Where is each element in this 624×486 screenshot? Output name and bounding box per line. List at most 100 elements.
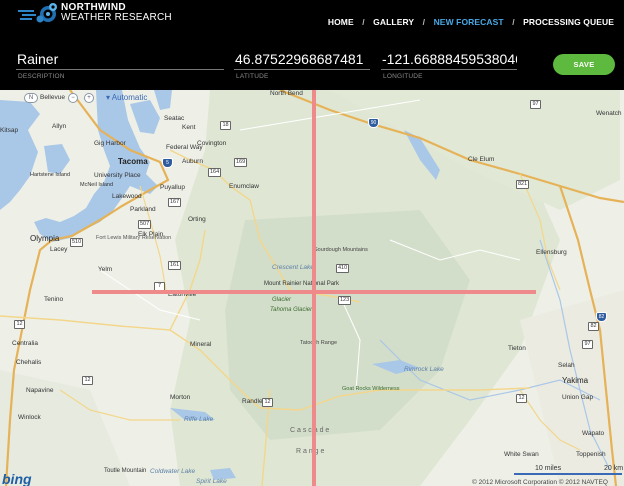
place-label: Selah — [558, 362, 575, 369]
northwind-logo-icon[interactable] — [18, 2, 60, 24]
app-header: NORTHWIND WEATHER RESEARCH HOME / GALLER… — [0, 0, 624, 44]
place-label: Kitsap — [0, 127, 19, 134]
place-label: Parkland — [130, 206, 156, 213]
place-label: Yakima — [562, 376, 589, 385]
place-label: Centralia — [12, 340, 39, 347]
place-label: C a s c a d e — [290, 427, 330, 434]
place-label: Elk Plain — [138, 231, 164, 238]
nav-home-link[interactable]: HOME — [328, 17, 354, 27]
place-label: Enumclaw — [229, 183, 259, 190]
scale-miles: 10 miles — [535, 465, 562, 472]
latitude-field-group: LATITUDE — [234, 48, 370, 80]
place-label: Wapato — [582, 430, 605, 437]
highway-shield: 97 — [530, 100, 541, 109]
place-label: Spirit Lake — [196, 478, 227, 485]
description-field-group: DESCRIPTION — [16, 48, 224, 80]
nav-new-forecast-link[interactable]: NEW FORECAST — [434, 17, 504, 27]
highway-shield: 410 — [336, 264, 350, 273]
highway-shield: 12 — [516, 394, 527, 403]
compass-north-button[interactable]: N — [24, 93, 38, 103]
crosshair-horizontal — [92, 290, 536, 294]
map-view[interactable]: N − + ▾ Automatic Bellevue Allyn Kitsap … — [0, 90, 624, 486]
save-button[interactable]: SAVE — [553, 54, 615, 75]
place-label: Glacier — [272, 297, 292, 303]
highway-shield: 161 — [168, 261, 182, 270]
highway-shield: 123 — [338, 296, 352, 305]
highway-shield: 821 — [516, 180, 530, 189]
place-label: University Place — [94, 172, 141, 179]
interstate-shield: 90 — [368, 118, 379, 128]
latitude-label: LATITUDE — [236, 73, 269, 80]
interstate-shield: 82 — [596, 312, 607, 322]
description-label: DESCRIPTION — [18, 73, 65, 80]
map-mode-dropdown[interactable]: ▾ Automatic — [106, 93, 147, 102]
place-label: Seatac — [164, 115, 185, 122]
place-label: Yelm — [98, 266, 113, 273]
longitude-input[interactable] — [381, 48, 517, 70]
nav-processing-queue-link[interactable]: PROCESSING QUEUE — [523, 17, 614, 27]
map-copyright: © 2012 Microsoft Corporation © 2012 NAVT… — [472, 479, 608, 486]
place-label: Allyn — [52, 123, 67, 130]
place-label: Fort Lewis Military Reservation — [96, 235, 172, 241]
place-label: Mineral — [190, 341, 212, 348]
place-label: Napavine — [26, 387, 54, 394]
place-label: Tahoma Glacier — [270, 307, 313, 313]
highway-shield: 12 — [14, 320, 25, 329]
place-label: Tacoma — [118, 157, 148, 166]
zoom-out-button[interactable]: − — [68, 93, 78, 103]
highway-shield: 12 — [82, 376, 93, 385]
place-label: Sourdough Mountains — [314, 247, 368, 253]
place-label: Toutle Mountain — [104, 468, 147, 474]
place-label: Coldwater Lake — [150, 468, 196, 475]
place-label: Winlock — [18, 414, 41, 421]
forecast-form: DESCRIPTION LATITUDE LONGITUDE SAVE — [0, 44, 624, 90]
place-label: Puyallup — [160, 184, 185, 191]
highway-shield: 167 — [168, 198, 182, 207]
interstate-shield: 5 — [162, 158, 173, 168]
nav-separator: / — [422, 17, 426, 27]
place-label: Cle Elum — [468, 156, 495, 163]
zoom-in-button[interactable]: + — [84, 93, 94, 103]
place-label: Toppenish — [576, 451, 606, 458]
place-label: Tenino — [44, 296, 64, 303]
place-label: R a n g e — [296, 448, 325, 455]
top-nav: HOME / GALLERY / NEW FORECAST / PROCESSI… — [328, 17, 614, 27]
place-label: North Bend — [270, 90, 303, 97]
highway-shield: 164 — [208, 168, 222, 177]
place-label: McNeil Island — [80, 182, 114, 188]
place-label: Ellensburg — [536, 249, 567, 256]
place-label: Olympia — [30, 234, 60, 243]
place-label: Orting — [188, 216, 206, 223]
place-label: Riffe Lake — [184, 416, 214, 423]
nav-separator: / — [362, 17, 365, 27]
place-label: Crescent Lake — [272, 264, 314, 271]
place-label: White Swan — [504, 451, 539, 458]
highway-shield: 82 — [588, 322, 599, 331]
nav-gallery-link[interactable]: GALLERY — [373, 17, 414, 27]
place-label: Lacey — [50, 246, 68, 253]
description-input[interactable] — [16, 48, 224, 70]
brand-name[interactable]: NORTHWIND WEATHER RESEARCH — [61, 3, 172, 23]
bing-logo[interactable]: bing — [2, 471, 32, 486]
highway-shield: 97 — [582, 340, 593, 349]
place-label: Union Gap — [562, 394, 594, 401]
latitude-input[interactable] — [234, 48, 370, 70]
place-label: Hartstene Island — [30, 172, 71, 178]
place-label: Gig Harbor — [94, 140, 126, 147]
place-label: Bellevue — [40, 94, 65, 101]
highway-shield: 510 — [70, 238, 84, 247]
highway-shield: 18 — [220, 121, 231, 130]
place-label: Rimrock Lake — [404, 366, 444, 373]
place-label: Goat Rocks Wilderness — [342, 386, 400, 392]
place-label: Wenatch — [596, 110, 622, 117]
place-label: Mount Rainier National Park — [264, 281, 340, 287]
place-label: Tieton — [508, 345, 526, 352]
place-label: Auburn — [182, 158, 203, 165]
place-label: Covington — [197, 140, 227, 147]
crosshair-vertical — [312, 90, 316, 486]
highway-shield: 169 — [234, 158, 248, 167]
place-label: Morton — [170, 394, 191, 401]
brand-line-2: WEATHER RESEARCH — [61, 12, 172, 23]
scale-km: 20 km — [604, 465, 624, 472]
place-label: Randle — [242, 398, 263, 405]
